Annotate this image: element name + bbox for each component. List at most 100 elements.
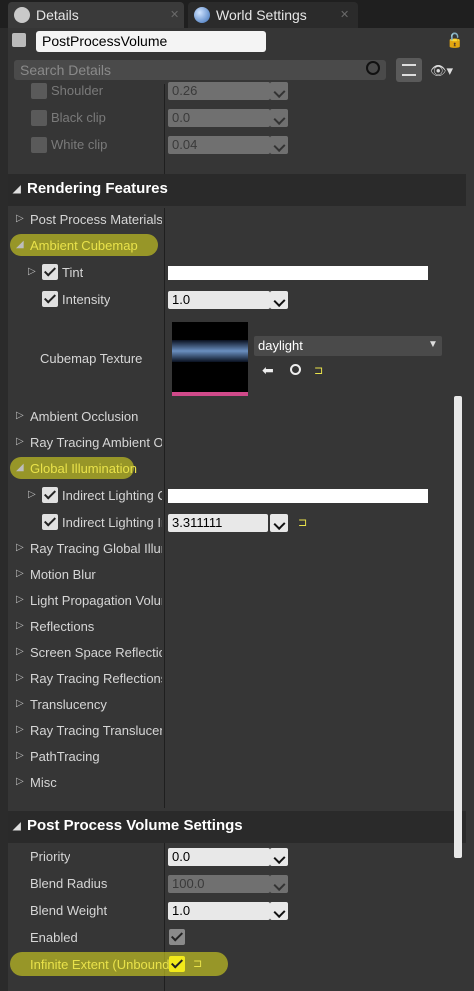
expand-arrow-icon[interactable]: ▷ <box>28 266 36 277</box>
asset-picker-dropdown[interactable]: daylight ▼ <box>254 336 442 356</box>
priority-value[interactable]: 0.0 <box>168 848 270 866</box>
close-icon[interactable]: ✕ <box>340 8 349 21</box>
blend-weight-label: Blend Weight <box>30 903 108 918</box>
use-selected-arrow-icon[interactable]: ⬅ <box>262 362 274 379</box>
section-title: Post Process Volume Settings <box>27 817 243 834</box>
collapse-arrow-icon: ◢ <box>13 821 21 832</box>
infinite-extent-label: Infinite Extent (Unbound) <box>30 957 174 972</box>
section-post-process-volume-settings[interactable]: ◢ Post Process Volume Settings <box>8 811 466 843</box>
expand-arrow-icon[interactable]: ▷ <box>16 750 24 761</box>
expand-arrow-icon[interactable]: ▷ <box>16 594 24 605</box>
blend-radius-value[interactable]: 100.0 <box>168 875 270 893</box>
category-light-propagation-volume[interactable]: Light Propagation Volur <box>30 593 162 608</box>
collapse-arrow-icon: ◢ <box>13 184 21 195</box>
expand-arrow-icon[interactable]: ▷ <box>16 724 24 735</box>
infinite-extent-checkbox[interactable] <box>169 956 185 972</box>
enabled-checkbox[interactable] <box>169 929 185 945</box>
category-path-tracing[interactable]: PathTracing <box>30 749 162 764</box>
section-rendering-features[interactable]: ◢ Rendering Features <box>8 174 466 206</box>
category-rt-translucency[interactable]: Ray Tracing Translucen <box>30 723 162 738</box>
category-rt-ambient-occlusion[interactable]: Ray Tracing Ambient Oc <box>30 435 162 450</box>
expand-arrow-icon[interactable]: ▷ <box>16 542 24 553</box>
tint-label: Tint <box>62 265 84 280</box>
tab-details[interactable]: Details ✕ <box>8 2 184 28</box>
blend-radius-label: Blend Radius <box>30 876 108 891</box>
drag-handle-icon[interactable] <box>270 848 288 866</box>
browse-search-icon[interactable] <box>290 364 301 375</box>
black-clip-checkbox[interactable] <box>31 110 47 126</box>
tab-world-settings-label: World Settings <box>216 7 307 23</box>
details-panel <box>8 28 474 991</box>
object-name-field[interactable]: PostProcessVolume <box>36 31 266 52</box>
black-clip-label: Black clip <box>51 110 106 125</box>
category-ambient-occlusion[interactable]: Ambient Occlusion <box>30 409 162 424</box>
scrollbar-thumb[interactable] <box>454 396 462 858</box>
indirect-lighting-color-swatch[interactable] <box>168 489 428 503</box>
black-clip-value[interactable]: 0.0 <box>168 109 270 127</box>
shoulder-label: Shoulder <box>51 83 104 98</box>
tab-bar: Details ✕ World Settings ✕ <box>0 0 474 28</box>
eye-icon[interactable]: 👁▾ <box>430 63 453 79</box>
drag-handle-icon[interactable] <box>270 902 288 920</box>
indirect-lighting-intensity-value[interactable]: 3.311111 <box>168 514 268 532</box>
tint-color-swatch[interactable] <box>168 266 428 280</box>
category-global-illumination[interactable]: Global Illumination <box>30 461 160 476</box>
actor-icon <box>12 33 26 47</box>
expand-arrow-icon[interactable]: ▷ <box>16 568 24 579</box>
tint-checkbox[interactable] <box>42 264 58 280</box>
asset-picker-value: daylight <box>258 338 303 353</box>
expand-arrow-icon[interactable]: ▷ <box>16 410 24 421</box>
search-icon <box>14 7 30 23</box>
expand-arrow-icon[interactable]: ▷ <box>16 698 24 709</box>
category-translucency[interactable]: Translucency <box>30 697 162 712</box>
indirect-lighting-color-label: Indirect Lighting C <box>62 488 162 503</box>
category-rt-reflections[interactable]: Ray Tracing Reflections <box>30 671 162 686</box>
intensity-value[interactable]: 1.0 <box>168 291 270 309</box>
collapse-arrow-icon[interactable]: ◢ <box>16 239 24 250</box>
reset-to-default-icon[interactable]: ⊐ <box>314 364 323 377</box>
category-ambient-cubemap[interactable]: Ambient Cubemap <box>30 238 160 253</box>
search-input[interactable]: Search Details <box>14 60 386 80</box>
shoulder-value[interactable]: 0.26 <box>168 82 270 100</box>
drag-handle-icon[interactable] <box>270 109 288 127</box>
drag-handle-icon[interactable] <box>270 514 288 532</box>
expand-arrow-icon[interactable]: ▷ <box>16 672 24 683</box>
category-reflections[interactable]: Reflections <box>30 619 162 634</box>
expand-arrow-icon[interactable]: ▷ <box>16 620 24 631</box>
drag-handle-icon[interactable] <box>270 136 288 154</box>
white-clip-checkbox[interactable] <box>31 137 47 153</box>
lock-icon[interactable]: 🔓 <box>446 32 463 49</box>
cubemap-thumbnail[interactable] <box>172 322 248 396</box>
drag-handle-icon[interactable] <box>270 291 288 309</box>
drag-handle-icon[interactable] <box>270 875 288 893</box>
shoulder-checkbox[interactable] <box>31 83 47 99</box>
cubemap-texture-label: Cubemap Texture <box>40 351 143 366</box>
expand-arrow-icon[interactable]: ▷ <box>16 776 24 787</box>
reset-to-default-icon[interactable]: ⊐ <box>298 516 307 529</box>
drag-handle-icon[interactable] <box>270 82 288 100</box>
reset-to-default-icon[interactable]: ⊐ <box>193 957 202 970</box>
expand-arrow-icon[interactable]: ▷ <box>16 436 24 447</box>
tab-world-settings[interactable]: World Settings ✕ <box>188 2 358 28</box>
expand-arrow-icon[interactable]: ▷ <box>28 489 36 500</box>
category-post-process-materials[interactable]: Post Process Materials <box>30 212 162 227</box>
close-icon[interactable]: ✕ <box>170 8 179 21</box>
column-divider <box>164 84 165 176</box>
chevron-down-icon: ▼ <box>428 339 438 350</box>
priority-label: Priority <box>30 849 71 864</box>
category-rt-global-illumination[interactable]: Ray Tracing Global Illun <box>30 541 162 556</box>
globe-icon <box>194 7 210 23</box>
intensity-checkbox[interactable] <box>42 291 58 307</box>
indirect-lighting-intensity-checkbox[interactable] <box>42 514 58 530</box>
expand-arrow-icon[interactable]: ▷ <box>16 213 24 224</box>
category-motion-blur[interactable]: Motion Blur <box>30 567 162 582</box>
blend-weight-value[interactable]: 1.0 <box>168 902 270 920</box>
indirect-lighting-color-checkbox[interactable] <box>42 487 58 503</box>
enabled-label: Enabled <box>30 930 78 945</box>
collapse-arrow-icon[interactable]: ◢ <box>16 462 24 473</box>
category-misc[interactable]: Misc <box>30 775 162 790</box>
white-clip-value[interactable]: 0.04 <box>168 136 270 154</box>
category-ssr[interactable]: Screen Space Reflection <box>30 645 162 660</box>
expand-arrow-icon[interactable]: ▷ <box>16 646 24 657</box>
property-matrix-button[interactable] <box>396 58 422 82</box>
